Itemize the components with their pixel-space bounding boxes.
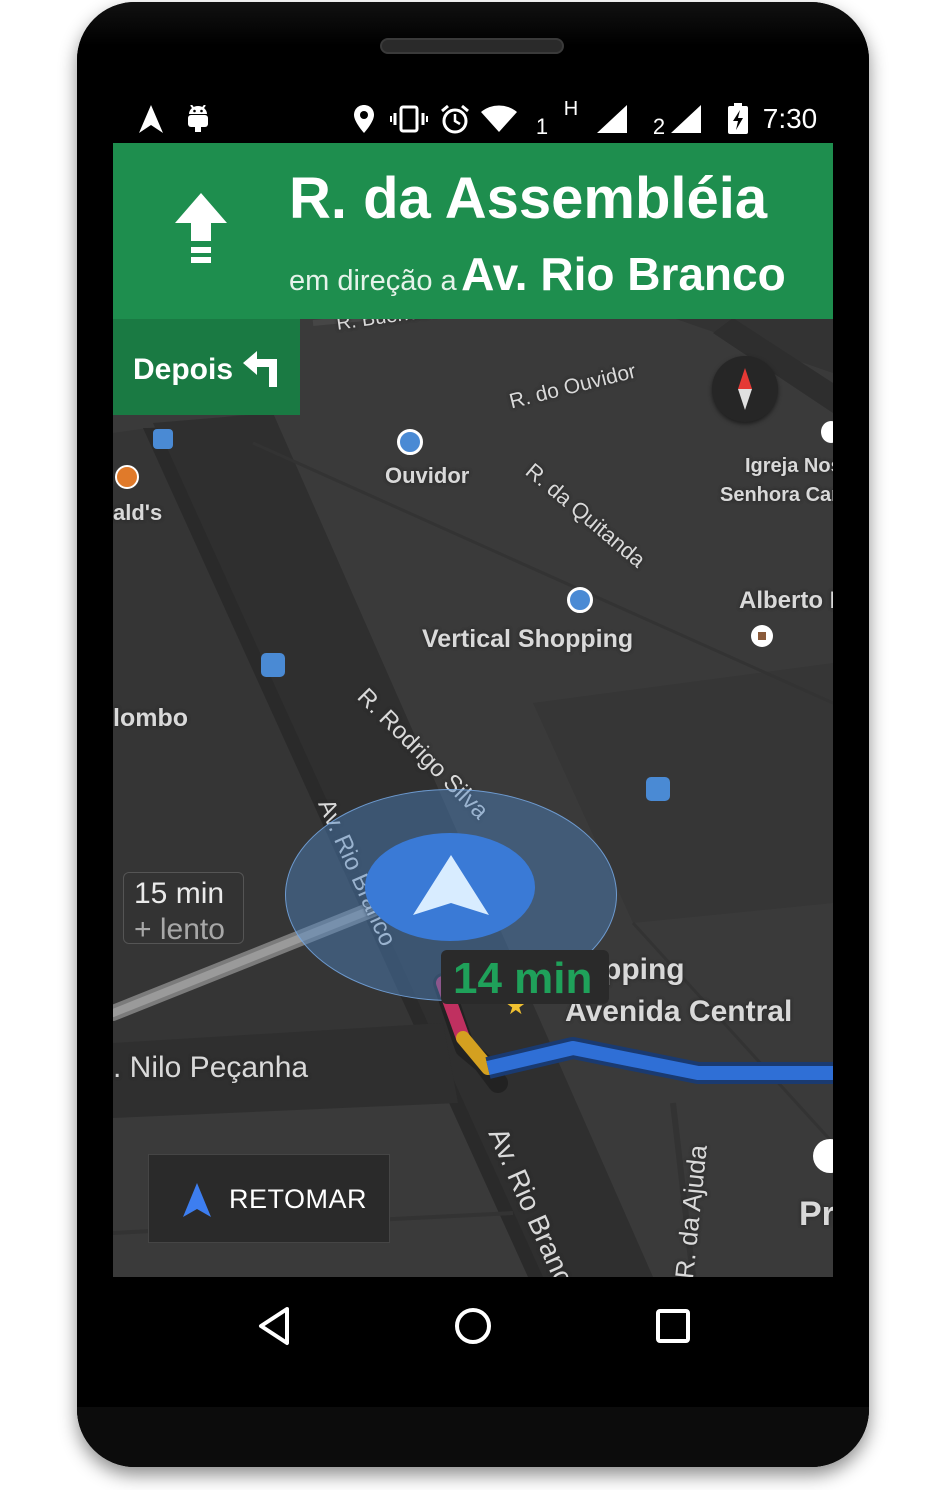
shopping-icon[interactable] — [397, 429, 423, 455]
resume-button[interactable]: RETOMAR — [148, 1154, 390, 1243]
home-icon[interactable] — [448, 1301, 498, 1351]
bus-stop-icon[interactable] — [646, 777, 670, 801]
map-label: Senhora Car — [720, 484, 833, 506]
location-icon — [351, 95, 377, 143]
route-eta-time: 14 min — [453, 954, 593, 1003]
then-label: Depois — [133, 353, 234, 386]
shopping-icon[interactable] — [567, 587, 593, 613]
speaker-grille — [380, 38, 564, 54]
route-eta-bubble: 14 min — [441, 950, 609, 1004]
toward-label: em direção a — [289, 265, 457, 297]
android-icon — [183, 95, 213, 143]
compass-icon — [738, 368, 752, 410]
signal-icon — [669, 95, 703, 143]
map-label: . Nilo Peçanha — [113, 1051, 309, 1084]
navigation-icon — [135, 95, 167, 143]
place-icon[interactable] — [751, 625, 773, 647]
next-maneuver-box[interactable]: Depois — [113, 319, 300, 415]
phone-chin — [77, 1407, 869, 1467]
navigation-arrow-icon — [183, 1183, 211, 1217]
map-label: pping — [603, 953, 685, 986]
map-label: lombo — [113, 704, 188, 732]
resume-label: RETOMAR — [229, 1184, 368, 1214]
bus-stop-icon[interactable] — [261, 653, 285, 677]
system-nav-bar — [113, 1277, 833, 1373]
current-location-arrow-icon — [413, 855, 489, 915]
compass-button[interactable] — [712, 356, 778, 422]
map-label: Vertical Shopping — [422, 625, 634, 653]
battery-charging-icon — [725, 95, 751, 143]
restaurant-icon[interactable] — [115, 465, 139, 489]
alternate-route-detail: + lento — [134, 913, 225, 946]
map-label: Pr — [799, 1195, 833, 1233]
banner-subtitle: em direção a Av. Rio Branco — [289, 247, 786, 301]
alternate-route-bubble[interactable]: 15 min + lento — [123, 872, 244, 946]
current-street: R. da Assembléia — [289, 166, 768, 231]
map-label: Ouvidor — [385, 463, 470, 488]
turn-left-icon — [243, 351, 277, 387]
destination-street: Av. Rio Branco — [461, 248, 786, 300]
wifi-icon — [479, 95, 519, 143]
map-label: ald's — [113, 500, 163, 525]
bus-stop-icon[interactable] — [153, 429, 173, 449]
back-icon[interactable] — [249, 1301, 299, 1351]
vibrate-icon — [389, 95, 429, 143]
alternate-route-time: 15 min — [134, 877, 225, 910]
alarm-icon — [439, 95, 471, 143]
navigation-banner[interactable]: R. da Assembléia em direção a Av. Rio Br… — [113, 143, 833, 319]
straight-arrow-icon — [175, 193, 227, 263]
signal-icon — [595, 95, 629, 143]
map-label: Alberto M — [739, 587, 833, 614]
map-label: Igreja Nos — [745, 455, 833, 477]
network-type-label: H — [563, 97, 579, 120]
recents-icon[interactable] — [648, 1301, 698, 1351]
status-bar: 1 H 2 7:30 — [113, 95, 833, 143]
clock: 7:30 — [762, 103, 818, 134]
